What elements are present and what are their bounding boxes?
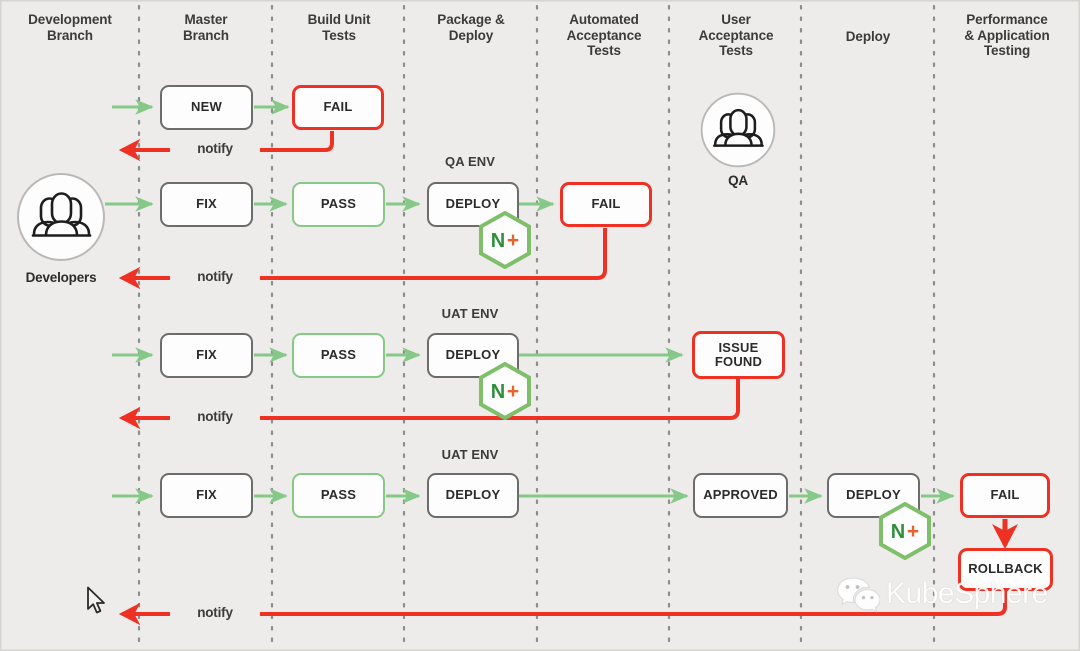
nginx-symbol: + <box>507 380 519 403</box>
nginx-plus-badge-row2: N + <box>478 210 532 270</box>
node-fail-row4[interactable]: FAIL <box>960 473 1050 518</box>
header-line-2: Branch <box>183 27 229 43</box>
column-header-deploy: Deploy <box>804 29 932 45</box>
people-group-icon <box>700 92 776 168</box>
qa-label: QA <box>728 173 748 188</box>
header-line-2: Acceptance <box>698 27 774 43</box>
header-line-2: Deploy <box>448 27 494 43</box>
node-fix-row2[interactable]: FIX <box>160 182 253 227</box>
header-line-2: Tests <box>322 27 356 43</box>
node-fix-row4[interactable]: FIX <box>160 473 253 518</box>
column-header-development-branch: Development Branch <box>5 12 135 43</box>
column-header-package-deploy: Package & Deploy <box>407 12 535 43</box>
notify-label-row1: notify <box>170 141 260 156</box>
nginx-letter: N <box>491 381 505 403</box>
nginx-symbol: + <box>507 229 519 252</box>
wechat-icon <box>837 577 880 613</box>
mouse-pointer-icon <box>87 586 105 614</box>
header-line-2: Branch <box>47 27 93 43</box>
notify-label-row3: notify <box>170 409 260 424</box>
header-line-2: Acceptance <box>566 27 642 43</box>
qa-avatar <box>700 92 776 173</box>
env-label-uat-env-row4: UAT ENV <box>441 447 499 462</box>
nginx-plus-badge-row4: N + <box>878 501 932 561</box>
header-line-1: Performance <box>966 12 1048 27</box>
node-pass-row4[interactable]: PASS <box>292 473 385 518</box>
column-header-master-branch: Master Branch <box>142 12 270 43</box>
column-header-performance-application-testing: Performance & Application Testing <box>937 12 1077 59</box>
header-line-3: Tests <box>719 43 753 58</box>
developers-avatar <box>16 172 106 267</box>
node-fix-row3[interactable]: FIX <box>160 333 253 378</box>
node-issue-found[interactable]: ISSUE FOUND <box>692 331 785 379</box>
hexagon-icon: N + <box>879 501 931 561</box>
issue-found-line-2: FOUND <box>714 354 763 369</box>
node-approved[interactable]: APPROVED <box>693 473 788 518</box>
header-line-1: Development <box>28 12 112 27</box>
node-fail-row1[interactable]: FAIL <box>292 85 384 130</box>
header-line-1: Deploy <box>845 29 891 44</box>
nginx-plus-badge-row3: N + <box>478 361 532 421</box>
node-new[interactable]: NEW <box>160 85 253 130</box>
env-label-uat-env-row3: UAT ENV <box>441 306 499 321</box>
watermark-text: KubeSphere <box>886 577 1048 610</box>
mouse-cursor <box>86 586 108 621</box>
header-line-1: Master <box>184 12 228 27</box>
nginx-letter: N <box>891 521 905 543</box>
header-line-1: Package & <box>437 12 505 27</box>
header-line-1: Build Unit <box>307 12 371 27</box>
header-line-1: User <box>721 12 751 27</box>
hexagon-icon: N + <box>479 361 531 421</box>
header-line-3: Tests <box>587 43 621 58</box>
hexagon-icon: N + <box>479 210 531 270</box>
node-pass-row2[interactable]: PASS <box>292 182 385 227</box>
node-fail-row2[interactable]: FAIL <box>560 182 652 227</box>
issue-found-line-1: ISSUE <box>718 339 759 355</box>
column-header-build-unit-tests: Build Unit Tests <box>275 12 403 43</box>
people-group-icon <box>17 173 105 261</box>
developers-label: Developers <box>25 270 97 285</box>
header-line-2: & Application <box>964 27 1050 43</box>
env-label-qa-env: QA ENV <box>445 154 495 169</box>
notify-label-row4: notify <box>170 605 260 620</box>
header-line-3: Testing <box>983 43 1031 58</box>
column-header-user-acceptance-tests: User Acceptance Tests <box>672 12 800 59</box>
node-deploy-row4[interactable]: DEPLOY <box>427 473 519 518</box>
node-pass-row3[interactable]: PASS <box>292 333 385 378</box>
header-line-1: Automated <box>569 12 639 27</box>
kubesphere-watermark: KubeSphere <box>836 575 1048 613</box>
cicd-pipeline-diagram: Development Branch Master Branch Build U… <box>0 0 1080 651</box>
nginx-symbol: + <box>907 520 919 543</box>
nginx-letter: N <box>491 230 505 252</box>
notify-label-row2: notify <box>170 269 260 284</box>
column-header-automated-acceptance-tests: Automated Acceptance Tests <box>540 12 668 59</box>
